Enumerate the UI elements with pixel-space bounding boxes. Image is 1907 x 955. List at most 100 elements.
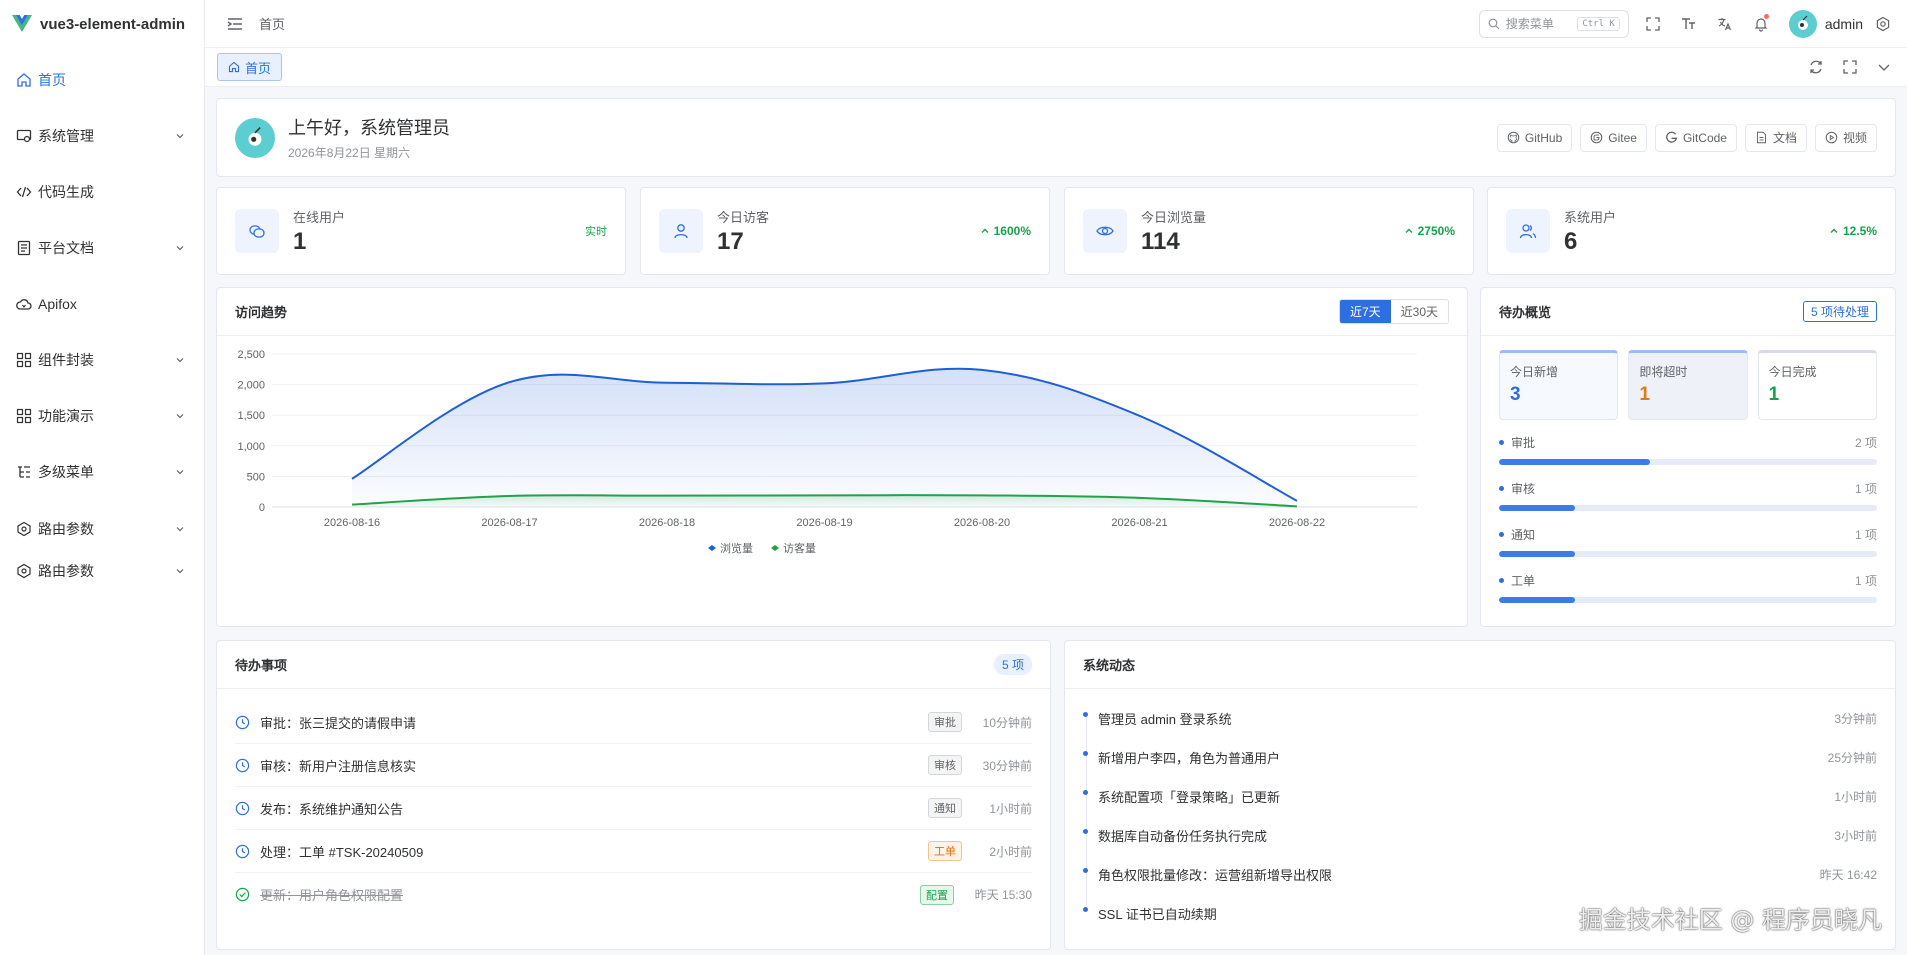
x-tick-label: 2026-08-17 — [481, 517, 537, 529]
search-shortcut: Ctrl K — [1577, 16, 1620, 31]
sidebar-item-system[interactable]: 系统管理 — [0, 108, 204, 164]
sidebar-item-label: 功能演示 — [38, 408, 94, 424]
progress-fill — [1499, 459, 1651, 465]
todo-item[interactable]: 审核：新用户注册信息核实 审核 30分钟前 — [235, 744, 1032, 787]
sidebar-item-docs[interactable]: 平台文档 — [0, 220, 204, 276]
series-area — [352, 368, 1297, 507]
sidebar-item-label: 系统管理 — [38, 128, 94, 144]
cloud-icon — [16, 299, 32, 310]
activity-text: 数据库自动备份任务执行完成 — [1098, 829, 1268, 844]
stat-label: 今日访客 — [717, 209, 770, 225]
stat-trend: 实时 — [585, 223, 607, 239]
overview-row: 审批 2 项 — [1499, 434, 1877, 480]
x-tick-label: 2026-08-16 — [324, 517, 380, 529]
app-logo[interactable]: vue3-element-admin — [0, 0, 204, 48]
fullscreen-button[interactable] — [1635, 6, 1671, 42]
docs-link-label: 文档 — [1772, 131, 1797, 145]
activity-time: 1小时前 — [1834, 790, 1877, 804]
row-count: 1 项 — [1854, 482, 1877, 496]
github-link[interactable]: GitHub — [1496, 123, 1573, 152]
todo-time: 10分钟前 — [982, 715, 1032, 730]
y-tick-label: 500 — [247, 471, 265, 483]
video-link[interactable]: 视频 — [1814, 123, 1877, 152]
stat-icon — [1083, 209, 1127, 253]
chevron-down-icon — [1878, 64, 1890, 71]
sidebar-item-label: 平台文档 — [38, 240, 94, 256]
todo-item[interactable]: 审批：张三提交的请假申请 审批 10分钟前 — [235, 701, 1032, 744]
chevron-down-icon — [176, 246, 184, 251]
overview-row: 通知 1 项 — [1499, 526, 1877, 572]
breadcrumb[interactable]: 首页 — [259, 14, 285, 33]
chevron-down-icon — [176, 470, 184, 475]
arrow-up-icon — [1830, 228, 1838, 233]
sidebar-item-codegen[interactable]: 代码生成 — [0, 164, 204, 220]
overview-tile-done[interactable]: 今日完成 1 — [1757, 350, 1877, 420]
activity-time: 昨天 16:42 — [1819, 868, 1877, 882]
timeline-dot — [1083, 907, 1088, 912]
activity-text: 管理员 admin 登录系统 — [1098, 712, 1232, 727]
activity-item: 数据库自动备份任务执行完成 3小时前 — [1083, 816, 1877, 855]
code-icon — [16, 186, 32, 198]
user-menu[interactable]: admin — [1788, 9, 1863, 38]
todo-item[interactable]: 处理：工单 #TSK-20240509 工单 2小时前 — [235, 830, 1032, 873]
todo-text: 处理：工单 #TSK-20240509 — [260, 844, 424, 860]
menu-search-input[interactable]: 搜索菜单 Ctrl K — [1478, 9, 1629, 38]
collapse-menu-icon[interactable] — [225, 14, 245, 34]
x-tick-label: 2026-08-20 — [954, 517, 1010, 529]
todo-tag: 审批 — [928, 712, 962, 732]
search-icon — [1488, 18, 1500, 29]
bullet-dot — [1499, 486, 1504, 491]
bullet-dot — [1499, 532, 1504, 537]
home-icon — [228, 61, 240, 73]
stat-icon — [1506, 209, 1550, 253]
sidebar-item-route-params[interactable]: 路由参数 — [0, 508, 204, 550]
todo-item[interactable]: 更新：用户角色权限配置 配置 昨天 15:30 — [235, 873, 1032, 916]
maximize-button[interactable] — [1833, 49, 1867, 85]
refresh-button[interactable] — [1799, 49, 1833, 85]
activity-item: 管理员 admin 登录系统 3分钟前 — [1083, 699, 1877, 738]
row-label: 工单 — [1511, 574, 1536, 588]
todo-overview-card: 待办概览 5 项待处理 今日新增 3 即将超时 1 今日完成 1 审批 2 项 审… — [1480, 287, 1896, 627]
sidebar-item-multilevel[interactable]: 多级菜单 — [0, 444, 204, 500]
docs-link[interactable]: 文档 — [1744, 123, 1807, 152]
grid-icon — [16, 352, 32, 368]
stat-label: 系统用户 — [1564, 209, 1617, 225]
language-button[interactable] — [1707, 6, 1743, 42]
tile-value: 1 — [1768, 384, 1780, 405]
clock-icon — [235, 844, 250, 858]
sidebar-item-demos[interactable]: 功能演示 — [0, 388, 204, 444]
tag-home[interactable]: 首页 — [217, 53, 283, 81]
font-size-button[interactable] — [1671, 6, 1707, 42]
tags-dropdown-button[interactable] — [1867, 49, 1901, 85]
home-icon — [17, 73, 31, 87]
notification-button[interactable] — [1743, 6, 1779, 42]
gitee-link[interactable]: Gitee — [1580, 123, 1647, 152]
visit-trend-card: 访问趋势 近7天 近30天 0 500 1,000 1,500 2,000 2,500 20… — [216, 287, 1468, 627]
stat-trend: 12.5% — [1829, 224, 1877, 238]
stat-card-today-visitors: 今日访客 17 1600% — [640, 187, 1050, 275]
system-icon — [16, 129, 32, 143]
clock-icon — [235, 715, 250, 729]
timeline-dot — [1083, 712, 1088, 717]
github-link-label: GitHub — [1524, 130, 1563, 145]
document-icon — [1756, 131, 1767, 144]
stat-trend-text: 实时 — [585, 226, 607, 238]
chat-icon — [249, 225, 265, 238]
settings-button[interactable] — [1871, 6, 1895, 42]
sidebar-item-components[interactable]: 组件封装 — [0, 332, 204, 388]
stat-label: 在线用户 — [293, 209, 346, 225]
sidebar-item-apifox[interactable]: Apifox — [0, 276, 204, 332]
sidebar-item-route-params-2[interactable]: 路由参数 — [0, 550, 204, 592]
activity-item: 新增用户李四，角色为普通用户 25分钟前 — [1083, 738, 1877, 777]
overview-tile-new[interactable]: 今日新增 3 — [1499, 350, 1619, 420]
stat-card-system-users: 系统用户 6 12.5% — [1487, 187, 1896, 275]
range-7-days[interactable]: 近7天 — [1339, 300, 1391, 323]
range-30-days[interactable]: 近30天 — [1391, 300, 1448, 323]
overview-tile-overdue[interactable]: 即将超时 1 — [1628, 350, 1748, 420]
sidebar-item-home[interactable]: 首页 — [0, 52, 204, 108]
todo-item[interactable]: 发布：系统维护通知公告 通知 1小时前 — [235, 787, 1032, 830]
sidebar-menu: 首页 系统管理 代码生成 平台文档 Apifox 组件封装 功能演示 多级菜单 … — [0, 52, 204, 592]
legend-label: 访客量 — [783, 541, 816, 555]
gitcode-link[interactable]: GitCode — [1654, 123, 1737, 152]
x-tick-label: 2026-08-21 — [1111, 517, 1167, 529]
